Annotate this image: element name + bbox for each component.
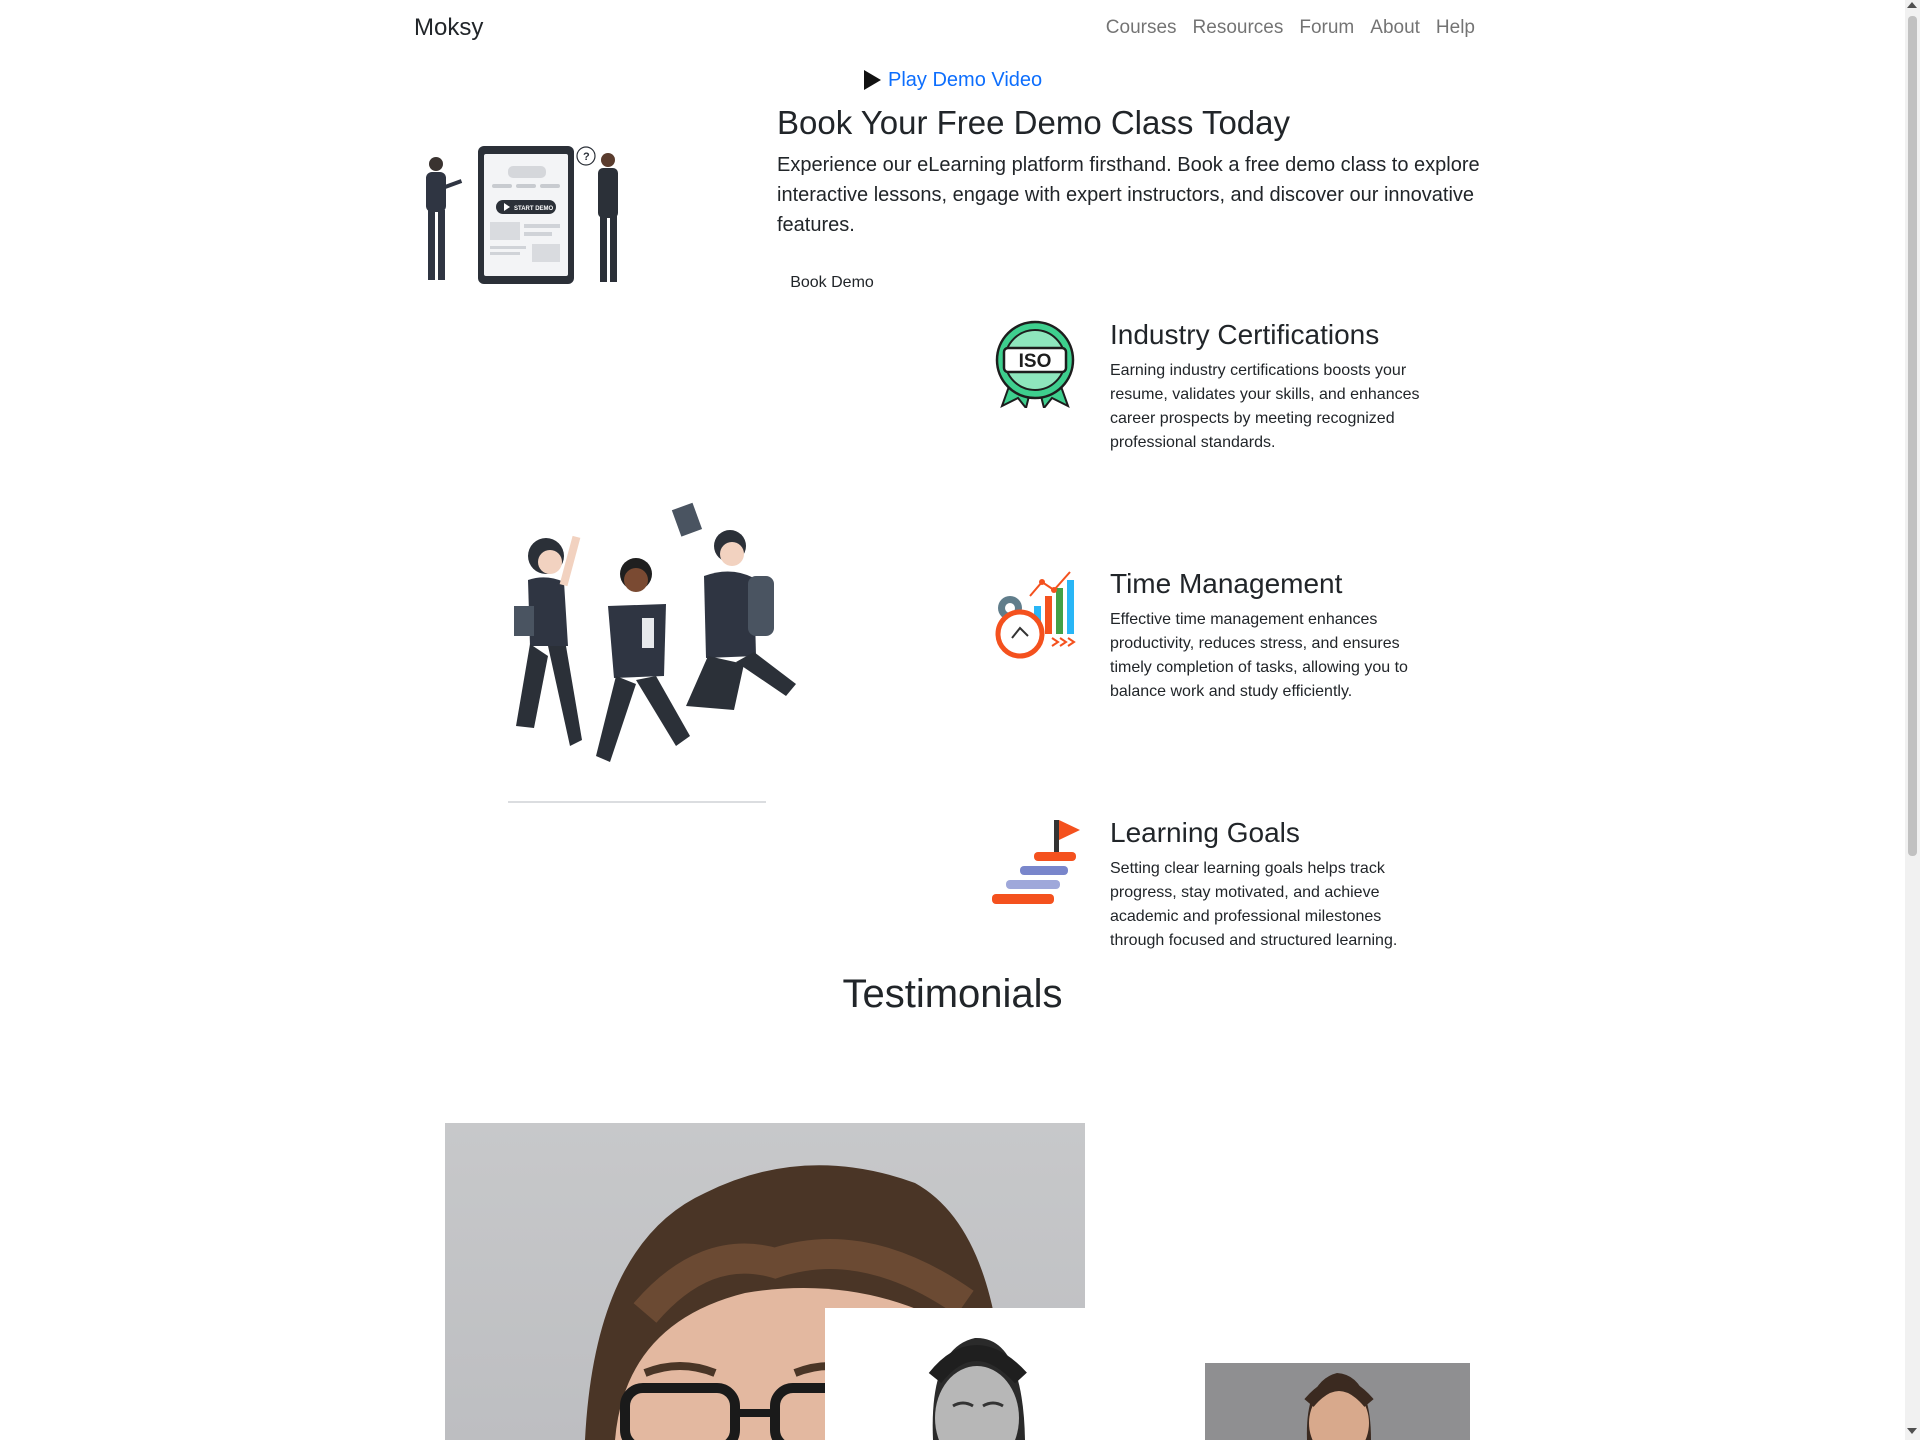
scrollbar-thumb[interactable] — [1908, 16, 1917, 856]
feature-title-certifications: Industry Certifications — [1110, 319, 1380, 350]
students-illustration — [508, 502, 796, 803]
testimonial-avatar-2 — [928, 1337, 1027, 1440]
demo-illustration: START DEMO ? — [426, 146, 618, 284]
start-demo-label: START DEMO — [514, 206, 554, 212]
nav-courses[interactable]: Courses — [1098, 18, 1185, 38]
testimonial-photo-2 — [825, 1308, 1125, 1440]
learning-goals-icon — [992, 820, 1080, 904]
scroll-up-arrow-icon[interactable] — [1907, 2, 1917, 8]
iso-certificate-icon: ISO — [995, 320, 1075, 408]
nav-resources[interactable]: Resources — [1185, 18, 1292, 38]
hero-title: Book Your Free Demo Class Today — [777, 104, 1290, 141]
testimonials-heading: Testimonials — [842, 972, 1063, 1016]
nav-help[interactable]: Help — [1428, 18, 1483, 38]
feature-title-learning-goals: Learning Goals — [1110, 817, 1300, 848]
nav-about[interactable]: About — [1362, 18, 1428, 38]
feature-title-time-management: Time Management — [1110, 568, 1343, 599]
iso-badge-label: ISO — [1019, 351, 1052, 372]
feature-text-certifications: Earning industry certifications boosts y… — [1110, 362, 1420, 451]
feature-text-time-management: Effective time management enhances produ… — [1110, 611, 1408, 700]
play-icon — [864, 70, 881, 90]
feature-text-learning-goals: Setting clear learning goals helps track… — [1110, 860, 1398, 949]
testimonial-photo-3 — [1205, 1363, 1470, 1440]
book-demo-button[interactable]: Book Demo — [777, 268, 887, 298]
time-management-icon — [995, 571, 1076, 659]
hero-description: Experience our eLearning platform firsth… — [777, 154, 1480, 236]
play-demo-video-label: Play Demo Video — [888, 69, 1043, 91]
testimonial-avatar-3 — [1304, 1373, 1374, 1440]
scroll-down-arrow-icon[interactable] — [1907, 1428, 1917, 1434]
main-nav: Courses Resources Forum About Help — [0, 18, 1483, 38]
svg-text:?: ? — [583, 151, 590, 163]
nav-forum[interactable]: Forum — [1291, 18, 1362, 38]
play-demo-video-link[interactable]: Play Demo Video — [862, 68, 1042, 92]
